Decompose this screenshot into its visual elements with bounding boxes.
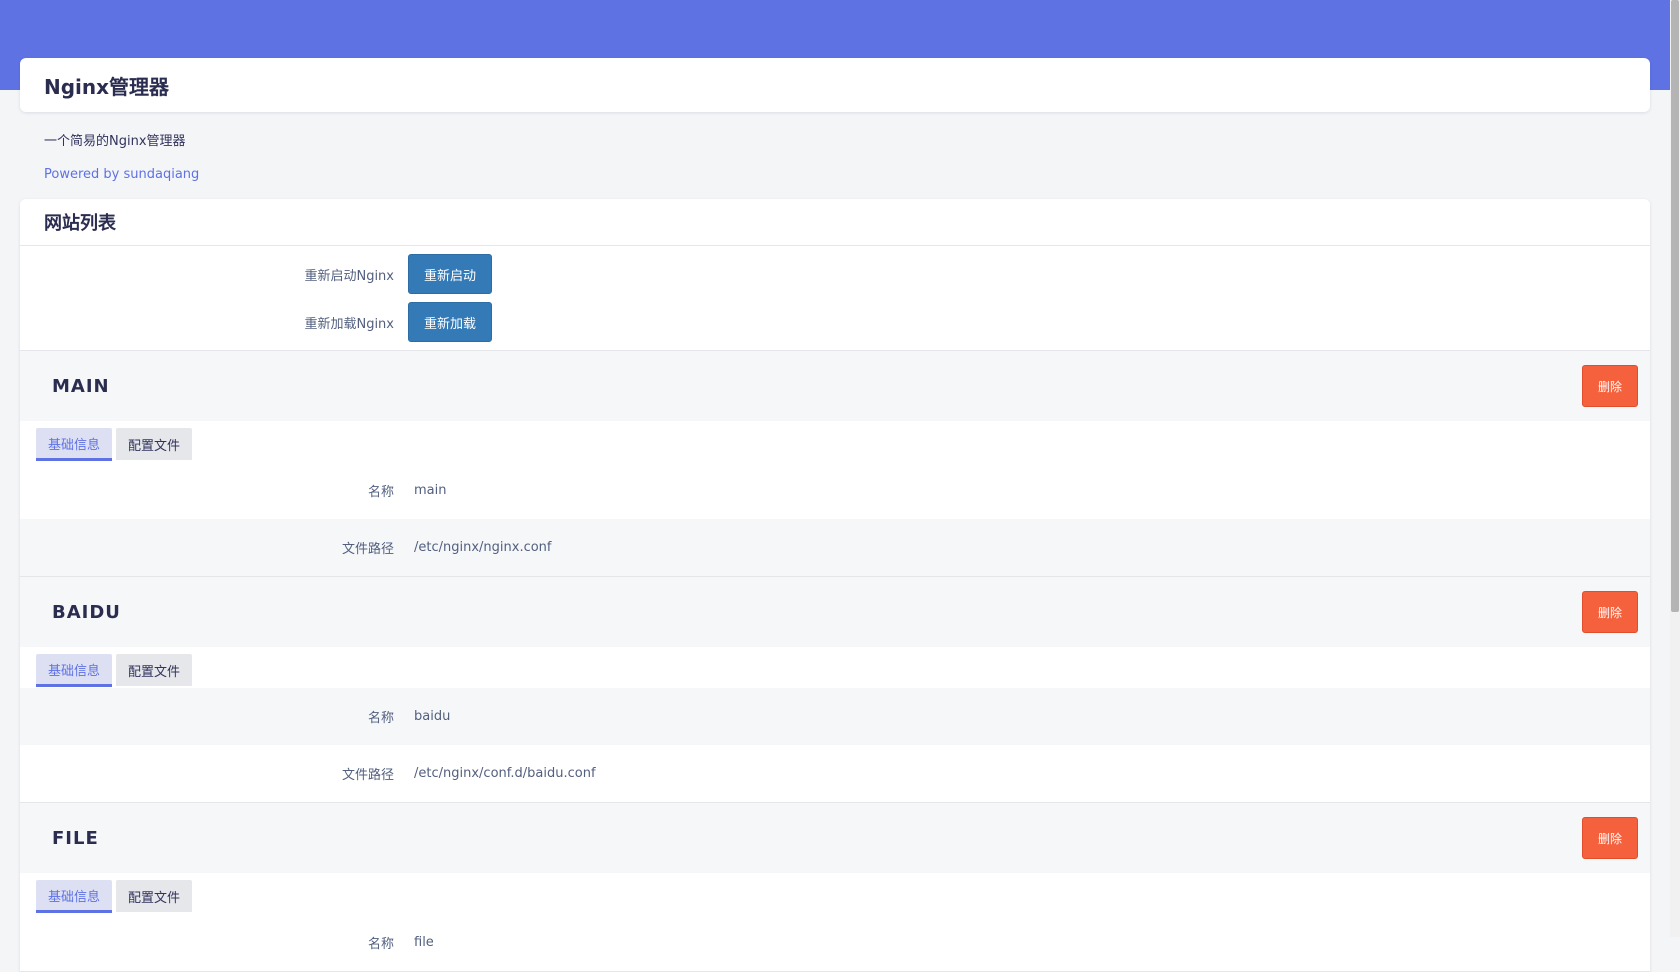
site-header: MAIN 删除: [20, 351, 1650, 421]
delete-button[interactable]: 删除: [1582, 817, 1638, 859]
tab-config-file[interactable]: 配置文件: [116, 880, 193, 912]
field-path-label: 文件路径: [341, 768, 394, 783]
field-path-row: 文件路径 /etc/nginx/nginx.conf: [20, 519, 1650, 576]
app-title: Nginx管理器: [44, 74, 170, 99]
nginx-controls: 重新启动Nginx 重新启动 重新加载Nginx 重新加载: [20, 246, 1650, 351]
site-item-baidu: BAIDU 删除 基础信息 配置文件 名称 baidu 文件路径 /etc/ng…: [20, 577, 1650, 803]
site-header: FILE 删除: [20, 803, 1650, 873]
site-list-title: 网站列表: [20, 199, 1650, 246]
tab-basic-info[interactable]: 基础信息: [36, 654, 113, 687]
field-name-row: 名称 baidu: [20, 688, 1650, 745]
tab-basic-info[interactable]: 基础信息: [36, 880, 113, 913]
reload-row: 重新加载Nginx 重新加载: [20, 302, 1650, 342]
restart-button[interactable]: 重新启动: [408, 254, 492, 294]
scrollbar-thumb[interactable]: [1671, 0, 1679, 612]
site-list-card: 网站列表 重新启动Nginx 重新启动 重新加载Nginx 重新加载 MAIN …: [20, 199, 1650, 972]
tab-basic-info[interactable]: 基础信息: [36, 428, 113, 461]
field-name-row: 名称 main: [20, 462, 1650, 519]
tab-config-file[interactable]: 配置文件: [116, 428, 193, 460]
field-path-label: 文件路径: [341, 542, 394, 557]
app-header: Nginx管理器: [20, 58, 1650, 112]
field-name-label: 名称: [367, 485, 394, 500]
site-tabs: 基础信息 配置文件: [20, 647, 1650, 688]
site-header: BAIDU 删除: [20, 577, 1650, 647]
restart-label: 重新启动Nginx: [304, 268, 394, 284]
reload-label: 重新加载Nginx: [304, 316, 394, 332]
delete-button[interactable]: 删除: [1582, 591, 1638, 633]
field-name-value: main: [414, 483, 447, 498]
field-name-label: 名称: [367, 937, 394, 952]
restart-row: 重新启动Nginx 重新启动: [20, 254, 1650, 294]
field-name-value: baidu: [414, 709, 451, 724]
field-path-row: 文件路径 /etc/nginx/conf.d/baidu.conf: [20, 745, 1650, 802]
reload-button[interactable]: 重新加载: [408, 302, 492, 342]
site-title: FILE: [52, 827, 99, 849]
delete-button[interactable]: 删除: [1582, 365, 1638, 407]
site-item-main: MAIN 删除 基础信息 配置文件 名称 main 文件路径 /etc/ngin…: [20, 351, 1650, 577]
powered-by-link[interactable]: Powered by sundaqiang: [44, 167, 1650, 183]
field-name-row: 名称 file: [20, 914, 1650, 971]
field-name-value: file: [414, 935, 434, 950]
site-tabs: 基础信息 配置文件: [20, 873, 1650, 914]
site-item-file: FILE 删除 基础信息 配置文件 名称 file: [20, 803, 1650, 972]
field-name-label: 名称: [367, 711, 394, 726]
page-scrollbar[interactable]: [1670, 0, 1680, 937]
page-container: Nginx管理器 一个简易的Nginx管理器 Powered by sundaq…: [20, 58, 1650, 972]
site-title: BAIDU: [52, 601, 121, 623]
field-path-value: /etc/nginx/conf.d/baidu.conf: [414, 766, 596, 781]
tab-config-file[interactable]: 配置文件: [116, 654, 193, 686]
app-description: 一个简易的Nginx管理器: [44, 134, 186, 149]
site-title: MAIN: [52, 375, 110, 397]
field-path-value: /etc/nginx/nginx.conf: [414, 540, 552, 555]
site-tabs: 基础信息 配置文件: [20, 421, 1650, 462]
